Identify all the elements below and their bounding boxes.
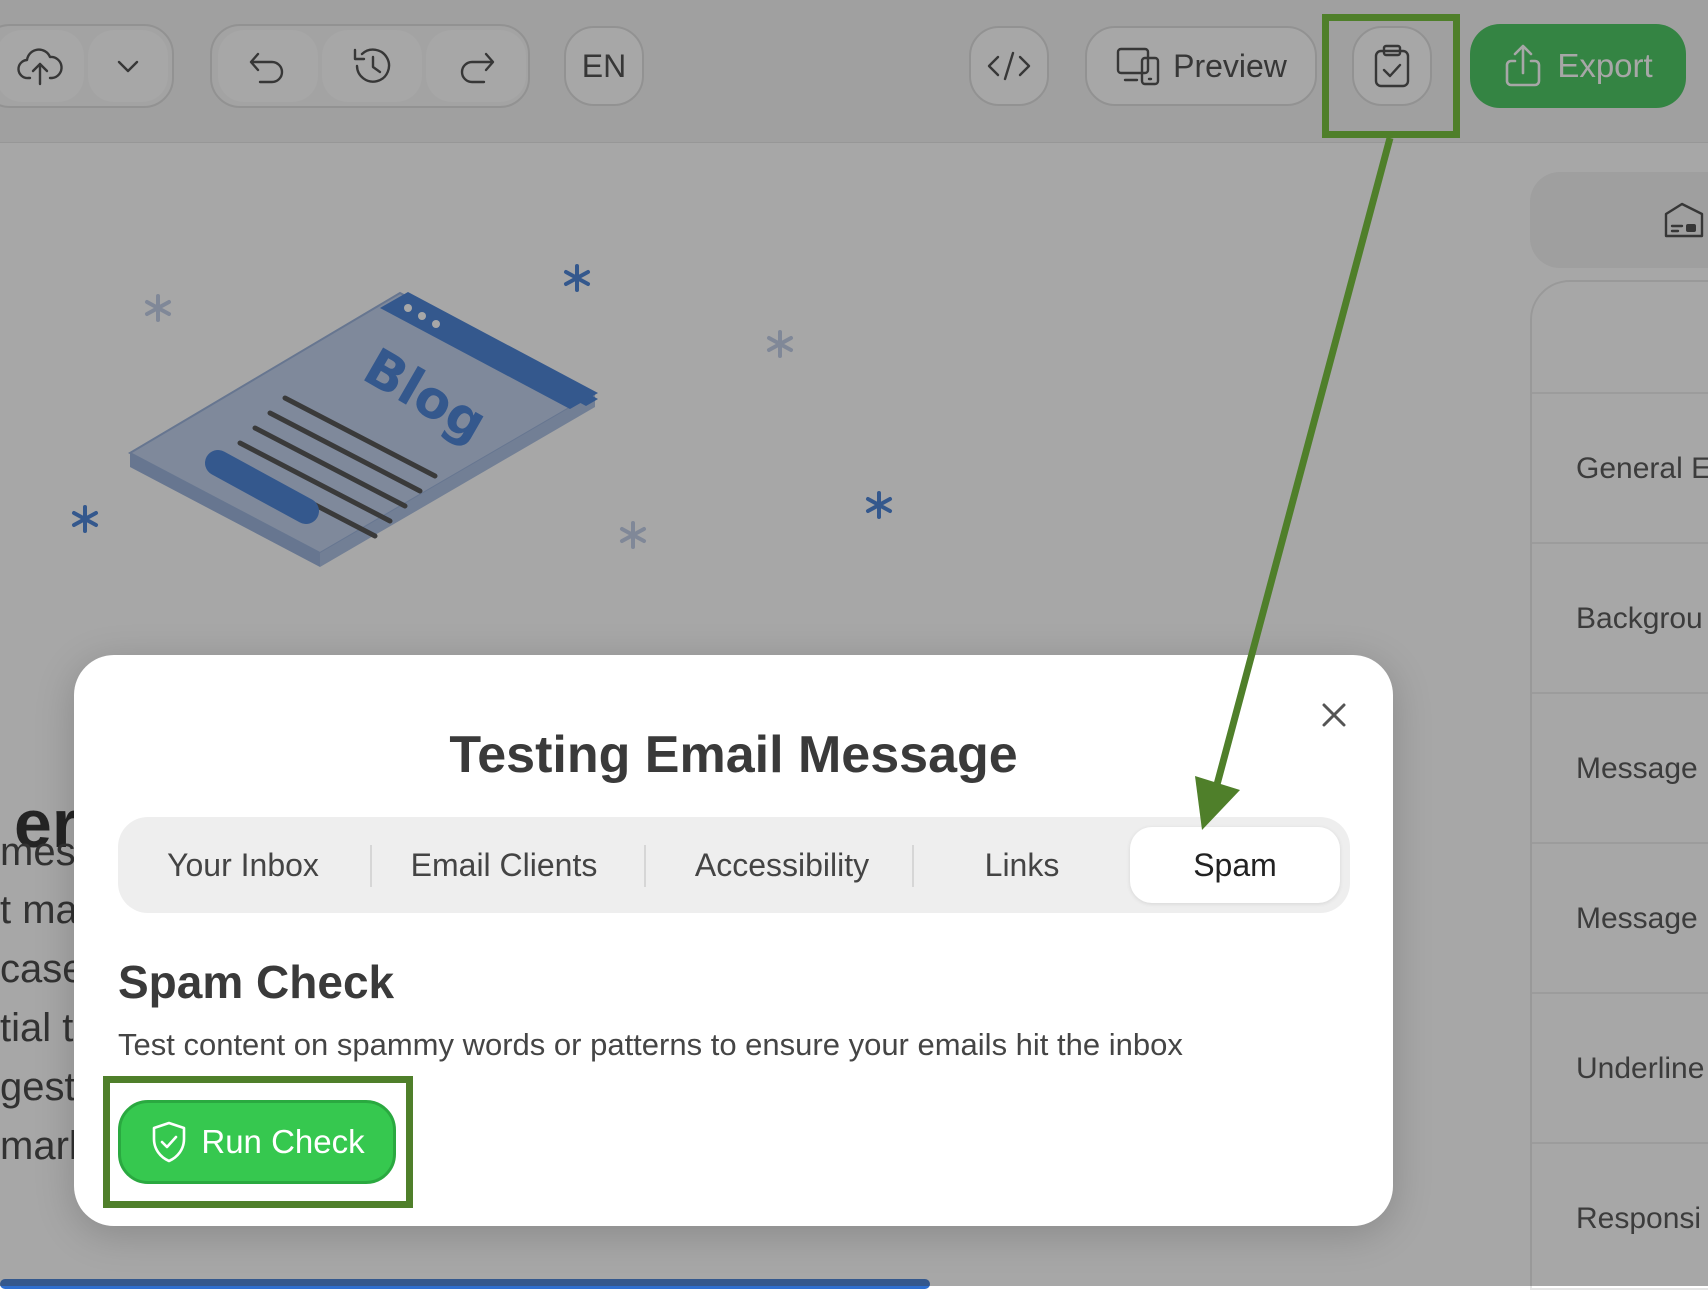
tab-divider [370, 845, 372, 887]
tab-your-inbox[interactable]: Your Inbox [134, 827, 352, 903]
tab-accessibility[interactable]: Accessibility [654, 827, 910, 903]
highlight-test-button [1322, 14, 1460, 138]
section-title: Spam Check [118, 956, 395, 1008]
section-description: Test content on spammy words or patterns… [118, 1027, 1183, 1062]
tab-email-clients[interactable]: Email Clients [380, 827, 628, 903]
tab-divider [644, 845, 646, 887]
tab-divider [912, 845, 914, 887]
tab-links[interactable]: Links [922, 827, 1122, 903]
highlight-run-check [103, 1076, 413, 1208]
test-tabs: Your Inbox Email Clients Accessibility L… [118, 817, 1350, 913]
tab-spam[interactable]: Spam [1130, 827, 1340, 903]
modal-title: Testing Email Message [449, 726, 1018, 784]
